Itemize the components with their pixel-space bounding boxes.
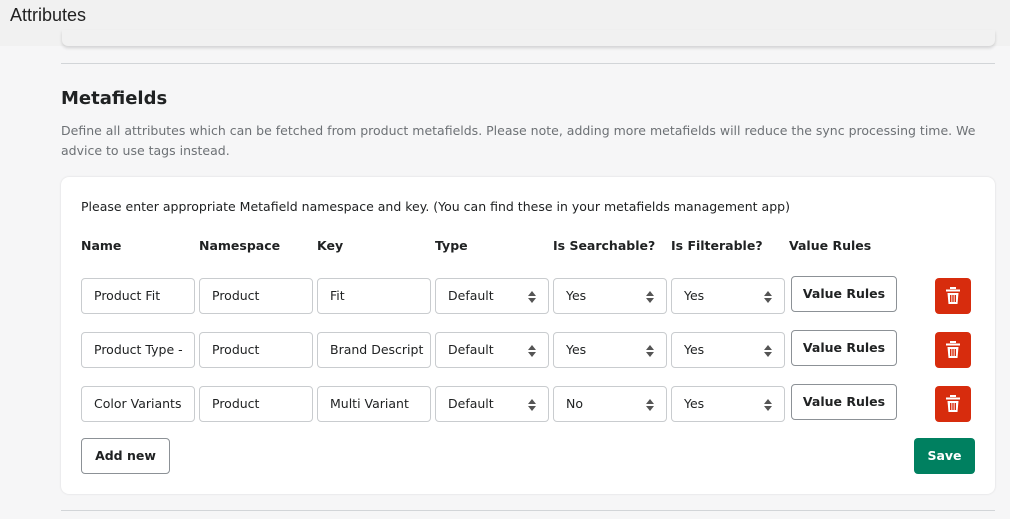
card-intro: Please enter appropriate Metafield names… [81,199,790,214]
searchable-select[interactable]: Yes [553,278,667,314]
filterable-select[interactable]: Yes [671,386,785,422]
key-input[interactable]: Multi Variant [317,386,431,422]
col-key: Key [317,238,344,253]
value-rules-button[interactable]: Value Rules [791,276,897,312]
col-value-rules: Value Rules [789,238,872,253]
type-select[interactable]: Default [435,332,549,368]
name-input[interactable]: Product Type - [81,332,195,368]
delete-button[interactable] [935,332,971,368]
filterable-select[interactable]: Yes [671,278,785,314]
metafields-card: Please enter appropriate Metafield names… [61,177,995,494]
searchable-select[interactable]: Yes [553,332,667,368]
type-select[interactable]: Default [435,278,549,314]
namespace-input[interactable]: Product [199,278,313,314]
col-name: Name [81,238,122,253]
namespace-input[interactable]: Product [199,386,313,422]
section-title: Metafields [61,88,168,109]
page-title: Attributes [10,5,87,25]
filterable-select[interactable]: Yes [671,332,785,368]
col-type: Type [435,238,468,253]
delete-button[interactable] [935,386,971,422]
col-filterable: Is Filterable? [671,238,763,253]
name-input[interactable]: Product Fit [81,278,195,314]
value-rules-button[interactable]: Value Rules [791,384,897,420]
name-input[interactable]: Color Variants [81,386,195,422]
top-bar: Attributes [0,0,1010,46]
divider [61,510,995,511]
col-searchable: Is Searchable? [553,238,656,253]
namespace-input[interactable]: Product [199,332,313,368]
key-input[interactable]: Brand Descript [317,332,431,368]
delete-button[interactable] [935,278,971,314]
value-rules-button[interactable]: Value Rules [791,330,897,366]
section-description: Define all attributes which can be fetch… [61,123,976,158]
add-new-button[interactable]: Add new [81,438,170,474]
key-input[interactable]: Fit [317,278,431,314]
searchable-select[interactable]: No [553,386,667,422]
previous-card [62,30,995,46]
col-namespace: Namespace [199,238,281,253]
save-button[interactable]: Save [914,438,975,474]
divider [61,63,995,64]
type-select[interactable]: Default [435,386,549,422]
